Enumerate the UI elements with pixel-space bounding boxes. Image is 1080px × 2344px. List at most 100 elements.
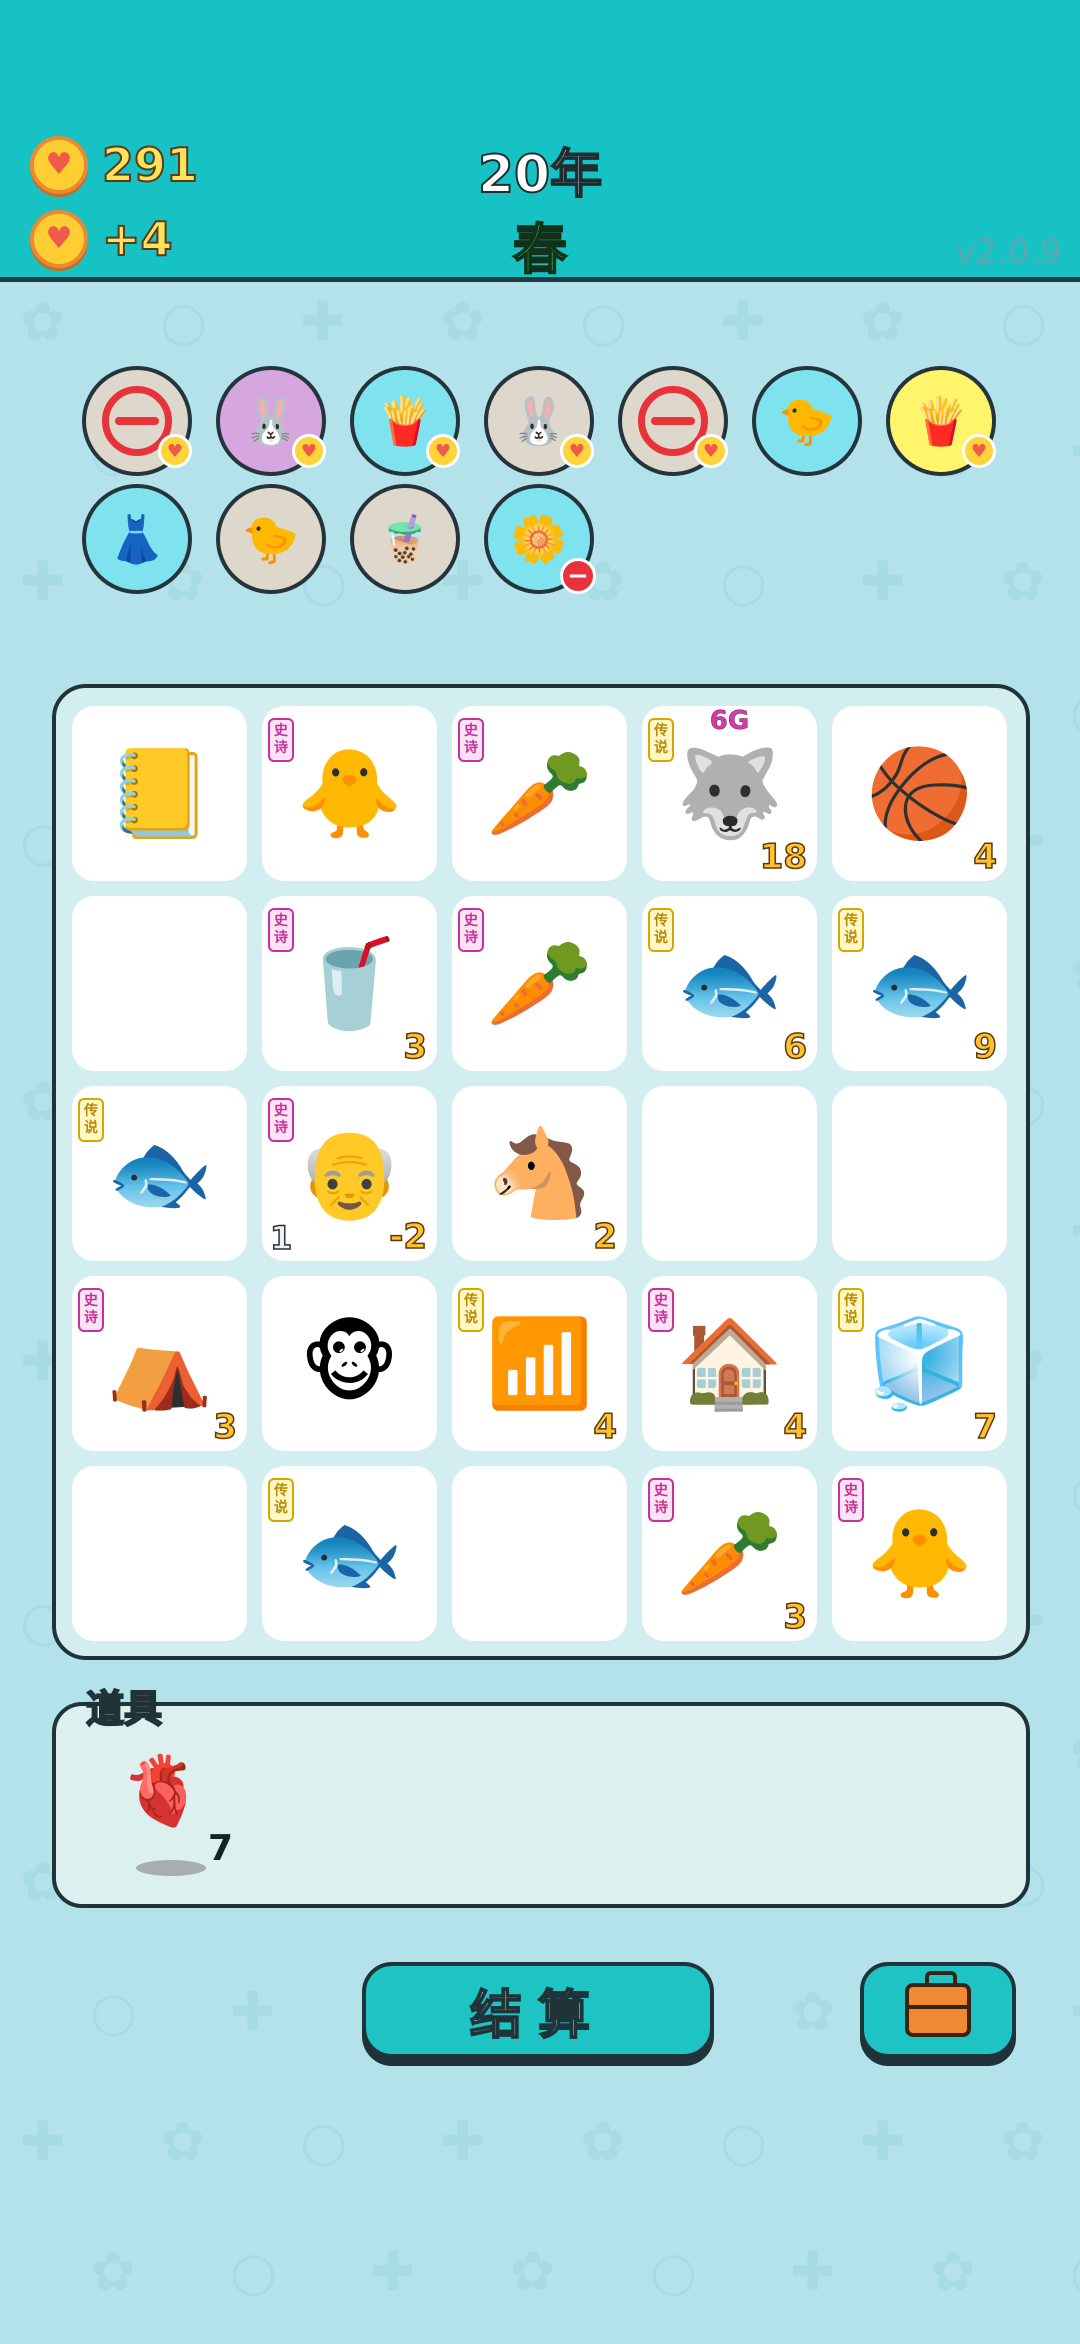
board-cell[interactable]: 🥕 史诗 3 (642, 1466, 817, 1641)
liver-icon: 🫀 (120, 1752, 205, 1831)
rarity-tag: 传说 (648, 908, 674, 952)
board-cell[interactable]: 🐥 史诗 (832, 1466, 1007, 1641)
board-cell[interactable] (72, 896, 247, 1071)
pattern-glyph: ✚ (1070, 420, 1080, 483)
pattern-glyph: ○ (1070, 680, 1080, 743)
fries-icon: 🍟 (912, 394, 970, 448)
bag-button[interactable] (860, 1962, 1016, 2058)
item-quantity: 7 (208, 1828, 234, 1869)
board-cell[interactable]: 🥕 史诗 (452, 896, 627, 1071)
symbol-top-label: 6G (709, 706, 750, 737)
relic-no-entry[interactable]: ♥ (618, 366, 728, 476)
board-cell[interactable]: 🐥 史诗 (262, 706, 437, 881)
pattern-glyph: ✚ (230, 1980, 276, 2043)
rarity-tag: 传说 (838, 1288, 864, 1332)
board-cell[interactable]: 🧊 传说 7 (832, 1276, 1007, 1451)
pattern-glyph: ○ (1070, 2240, 1080, 2303)
heart-badge-icon: ♥ (426, 434, 460, 468)
flower-pot-icon: 🌼 (510, 512, 568, 566)
board-cell[interactable]: ⛺ 史诗 3 (72, 1276, 247, 1451)
rarity-tag: 史诗 (458, 718, 484, 762)
pattern-glyph: ○ (1070, 1460, 1080, 1523)
relic-tea-cup[interactable]: 🧋 (350, 484, 460, 594)
board-cell[interactable]: 📒 (72, 706, 247, 881)
minus-badge-icon: − (560, 558, 596, 594)
symbol-count: 4 (593, 1406, 618, 1448)
board-cell[interactable]: 🏠 史诗 4 (642, 1276, 817, 1451)
items-label: 道具 (85, 1686, 163, 1732)
relic-rabbit[interactable]: 🐰 ♥ (216, 366, 326, 476)
board-cell[interactable]: 🐟 传说 (72, 1086, 247, 1261)
board-cell[interactable]: 🐟 传说 9 (832, 896, 1007, 1071)
pattern-glyph: ✿ (160, 2110, 206, 2173)
briefcase-icon (905, 1971, 971, 2037)
rarity-tag: 传说 (838, 908, 864, 952)
settle-button[interactable]: 结算 (362, 1962, 714, 2058)
relic-fries[interactable]: 🍟 ♥ (350, 366, 460, 476)
symbol-icon: 🐵 (299, 1313, 400, 1414)
top-bar: ♥ 291 ♥ +4 20年 春 v2.0.9 (0, 0, 1080, 282)
rarity-tag: 史诗 (268, 1098, 294, 1142)
items-panel: 🫀 7 (52, 1702, 1030, 1908)
board-cell[interactable]: 🐟 传说 6 (642, 896, 817, 1071)
board-cell[interactable]: 🐺 传说 6G 18 (642, 706, 817, 881)
fries-icon: 🍟 (376, 394, 434, 448)
relic-skirt[interactable]: 👗 (82, 484, 192, 594)
rarity-tag: 史诗 (838, 1478, 864, 1522)
symbol-count: 3 (783, 1596, 808, 1638)
relic-chick-egg[interactable]: 🐤 (216, 484, 326, 594)
rarity-tag: 史诗 (648, 1478, 674, 1522)
chick-egg-icon: 🐤 (242, 512, 300, 566)
pattern-glyph: ○ (720, 550, 768, 613)
chick-egg-icon: 🐤 (778, 394, 836, 448)
board-cell[interactable] (832, 1086, 1007, 1261)
board-cell[interactable]: 🐵 (262, 1276, 437, 1451)
board-cell[interactable]: 🏀 4 (832, 706, 1007, 881)
board-cell[interactable]: 🥕 史诗 (452, 706, 627, 881)
season-label: 春 (512, 217, 568, 282)
symbol-count: 7 (973, 1406, 998, 1448)
pattern-glyph: ○ (90, 1980, 138, 2043)
symbol-left-count: 1 (269, 1218, 293, 1258)
heart-badge-icon: ♥ (560, 434, 594, 468)
board-cell[interactable] (452, 1466, 627, 1641)
board-cell[interactable]: 👴 史诗 -2 1 (262, 1086, 437, 1261)
pattern-glyph: ✿ (1070, 940, 1080, 1003)
relic-chick-egg[interactable]: 🐤 (752, 366, 862, 476)
heart-badge-icon: ♥ (158, 434, 192, 468)
symbol-count: 3 (403, 1026, 428, 1068)
tea-cup-icon: 🧋 (376, 512, 434, 566)
pattern-glyph: ✚ (1070, 1200, 1080, 1263)
rarity-tag: 史诗 (78, 1288, 104, 1332)
pattern-glyph: ✿ (1070, 1720, 1080, 1783)
relic-flower-pot[interactable]: 🌼 − (484, 484, 596, 594)
rarity-tag: 史诗 (648, 1288, 674, 1332)
board-cell[interactable] (642, 1086, 817, 1261)
pattern-glyph: ✚ (790, 2240, 836, 2303)
symbol-icon: 📒 (105, 743, 214, 844)
relic-no-entry[interactable]: ♥ (82, 366, 192, 476)
relic-fries[interactable]: 🍟 ♥ (886, 366, 996, 476)
pattern-glyph: ✿ (1000, 2110, 1046, 2173)
pattern-glyph: ✿ (510, 2240, 556, 2303)
pattern-glyph: ✿ (930, 2240, 976, 2303)
rarity-tag: 传说 (78, 1098, 104, 1142)
heart-badge-icon: ♥ (962, 434, 996, 468)
board-cell[interactable]: 🐴 2 (452, 1086, 627, 1261)
pattern-glyph: ✚ (860, 2110, 906, 2173)
pattern-glyph: ○ (300, 2110, 348, 2173)
pattern-glyph: ✚ (370, 2240, 416, 2303)
symbol-count: 18 (759, 836, 808, 878)
board-cell[interactable]: 🥤 史诗 3 (262, 896, 437, 1071)
pattern-glyph: ○ (1000, 290, 1048, 353)
pattern-glyph: ✿ (440, 290, 486, 353)
item-slot[interactable]: 🫀 7 (120, 1752, 233, 1876)
symbol-count: 4 (973, 836, 998, 878)
board-cell[interactable]: 📶 传说 4 (452, 1276, 627, 1451)
board-cell[interactable] (72, 1466, 247, 1641)
board-cell[interactable]: 🐟 传说 (262, 1466, 437, 1641)
rarity-tag: 史诗 (458, 908, 484, 952)
pattern-glyph: ✿ (1000, 550, 1046, 613)
pattern-glyph: ✚ (20, 2110, 66, 2173)
relic-rabbit[interactable]: 🐰 ♥ (484, 366, 594, 476)
